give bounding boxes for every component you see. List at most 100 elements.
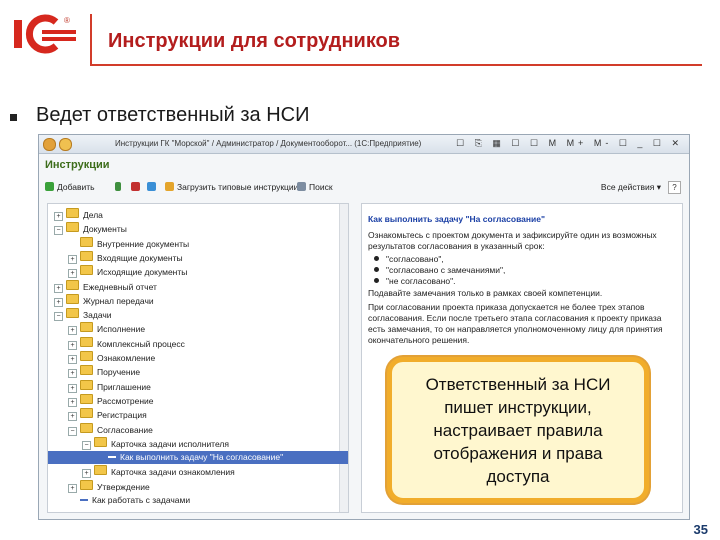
tree-item[interactable]: + Дела — [48, 208, 344, 221]
folder-icon — [66, 208, 79, 218]
tree-item[interactable]: + Ежедневный отчет — [48, 279, 344, 293]
expand-icon[interactable]: + — [68, 355, 77, 364]
tree-item[interactable]: − Карточка задачи исполнителя — [48, 436, 348, 450]
expand-icon[interactable]: + — [68, 412, 77, 422]
tree-item[interactable]: + Приглашение — [48, 379, 348, 393]
tree-item-label: Приглашение — [97, 381, 151, 392]
folder-icon — [80, 422, 93, 433]
collapse-icon[interactable]: − — [54, 312, 63, 322]
folder-icon — [94, 465, 107, 476]
tree-item[interactable]: Как выполнить задачу "На согласование" — [48, 451, 348, 465]
load-templates-label: Загрузить типовые инструкции — [177, 182, 299, 192]
tree-item[interactable]: + Карточка задачи ознакомления — [48, 465, 348, 479]
back-icon[interactable] — [59, 138, 72, 151]
folder-icon — [66, 222, 79, 233]
folder-icon — [80, 365, 93, 376]
collapse-icon[interactable]: − — [68, 426, 77, 436]
expand-icon[interactable]: + — [54, 283, 63, 293]
bullet-label: "не согласовано". — [386, 276, 456, 286]
app-menu-icon[interactable] — [43, 138, 56, 151]
tree-item[interactable]: − Задачи — [48, 308, 344, 322]
slide-title: Инструкции для сотрудников — [108, 30, 401, 52]
expand-icon[interactable]: + — [68, 383, 77, 393]
bullet-dot — [374, 278, 379, 283]
tree-item[interactable]: + Поручение — [48, 365, 348, 379]
tree-item-label: Журнал передачи — [83, 295, 154, 306]
tree-item[interactable]: + Комплексный процесс — [48, 336, 348, 350]
tree-item-label: Входящие документы — [97, 252, 183, 263]
add-icon — [45, 182, 54, 191]
delete-button[interactable] — [131, 182, 143, 192]
collapse-icon[interactable]: − — [54, 226, 63, 236]
folder-icon — [80, 265, 93, 276]
tree-item-label: Карточка задачи исполнителя — [111, 438, 229, 449]
tree-item[interactable]: + Регистрация — [48, 408, 348, 422]
tree-item[interactable]: + Исходящие документы — [48, 265, 348, 279]
tree-item[interactable]: + Исполнение — [48, 322, 348, 336]
tree-item-label: Карточка задачи ознакомления — [111, 467, 235, 478]
expand-icon[interactable]: + — [82, 469, 91, 479]
load-icon — [165, 182, 174, 191]
tree-item-label: Документы — [83, 224, 127, 235]
tree-item[interactable]: + Утверждение — [48, 479, 348, 493]
titlebar-buttons[interactable]: ☐ ⎘ ▦ ☐ ☐ M M+ M- ☐ _ ☐ ✕ — [456, 138, 683, 149]
expand-icon[interactable]: + — [68, 483, 77, 493]
folder-icon — [80, 322, 93, 333]
tree-item-label: Как работать с задачами — [92, 495, 191, 505]
refresh-button[interactable] — [147, 182, 159, 192]
bullet-label: "согласовано с замечаниями", — [386, 265, 506, 275]
tree-item-label: Рассмотрение — [97, 395, 154, 406]
tree-item[interactable]: + Ознакомление — [48, 351, 348, 364]
search-label: Поиск — [309, 182, 333, 192]
expand-icon[interactable]: + — [54, 212, 63, 221]
refresh-icon — [147, 182, 156, 191]
expand-icon[interactable]: + — [68, 397, 77, 407]
help-icon[interactable]: ? — [668, 181, 681, 194]
expand-icon[interactable]: + — [54, 297, 63, 307]
expand-icon[interactable]: + — [68, 269, 77, 279]
folder-icon — [94, 436, 107, 447]
load-templates-button[interactable]: Загрузить типовые инструкции — [165, 182, 298, 192]
folder-icon — [66, 308, 79, 319]
tree-item[interactable]: + Журнал передачи — [48, 293, 344, 307]
add-button[interactable]: Добавить — [45, 182, 95, 192]
tree-item-label: Утверждение — [97, 481, 150, 492]
tree-item[interactable]: Внутренние документы — [48, 236, 348, 250]
folder-icon — [80, 479, 93, 490]
tree-item[interactable]: − Документы — [48, 222, 344, 236]
tree-item-label: Поручение — [97, 367, 141, 378]
folder-icon — [80, 408, 93, 419]
toolbar: Добавить Загрузить типовые инструкции По… — [43, 179, 685, 197]
bullet-dot — [374, 267, 379, 272]
folder-icon — [80, 351, 93, 361]
expand-icon[interactable]: + — [68, 254, 77, 264]
instruction-icon — [108, 456, 116, 459]
tree-item-label: Дела — [83, 210, 103, 220]
collapse-icon[interactable]: − — [82, 440, 91, 450]
expand-icon[interactable]: + — [68, 340, 77, 350]
tree-item-label: Регистрация — [97, 410, 147, 421]
tree-item[interactable]: Как работать с задачами — [48, 494, 348, 507]
instruction-bullet: "согласовано", — [374, 254, 444, 264]
callout-text: Ответственный за НСИ пишет инструкции, н… — [425, 374, 611, 486]
expand-icon[interactable]: + — [68, 369, 77, 379]
folder-icon — [80, 379, 93, 390]
edit-button[interactable] — [115, 182, 124, 192]
tree-item[interactable]: + Входящие документы — [48, 250, 348, 264]
window-title: Инструкции ГК "Морской" / Администратор … — [115, 139, 422, 148]
folder-icon — [80, 336, 93, 347]
delete-icon — [131, 182, 140, 191]
search-icon — [297, 182, 306, 191]
callout-box: Ответственный за НСИ пишет инструкции, н… — [387, 357, 649, 503]
bullet-label: "согласовано", — [386, 254, 444, 264]
instruction-heading[interactable]: Как выполнить задачу "На согласование" — [368, 214, 545, 224]
tree-item-label: Исходящие документы — [97, 267, 188, 278]
slide-header: ® Инструкции для сотрудников — [0, 0, 720, 80]
all-actions-menu[interactable]: Все действия ▾ — [601, 182, 661, 193]
tree-item[interactable]: + Рассмотрение — [48, 393, 348, 407]
tree-item[interactable]: − Согласование — [48, 422, 348, 436]
tree-item-label: Внутренние документы — [97, 238, 190, 249]
expand-icon[interactable]: + — [68, 326, 77, 336]
form-title: Инструкции — [45, 159, 110, 171]
search-button[interactable]: Поиск — [297, 182, 333, 192]
